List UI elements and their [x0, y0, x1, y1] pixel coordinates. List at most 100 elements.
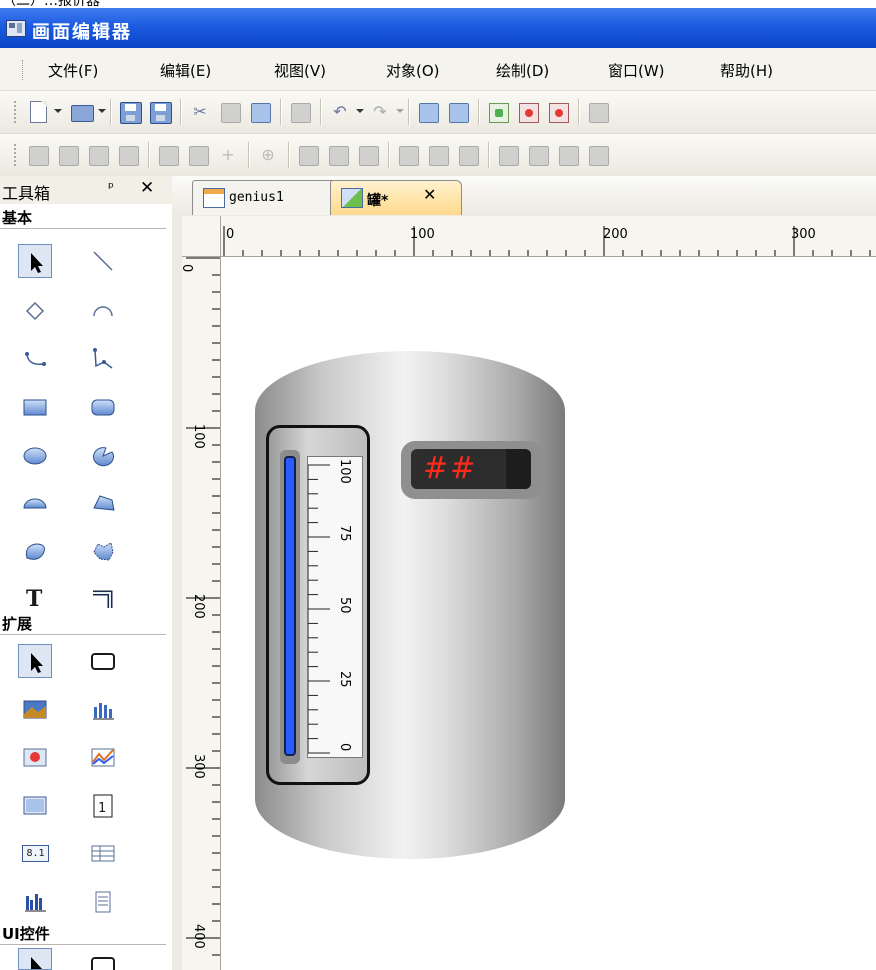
- pipe-tool[interactable]: [86, 582, 120, 616]
- cut-button[interactable]: ✂: [188, 100, 212, 124]
- drawing-canvas[interactable]: 100 75 50 25 0 ##: [221, 257, 876, 970]
- title-bar[interactable]: 画面编辑器: [0, 8, 876, 48]
- new-dropdown-arrow-icon[interactable]: [54, 109, 62, 113]
- ungroup-button[interactable]: [586, 143, 610, 167]
- ui-button-tool[interactable]: [86, 948, 120, 970]
- panel-tool[interactable]: [18, 788, 52, 822]
- panel-icon: [23, 796, 47, 815]
- list-tool[interactable]: [86, 884, 120, 918]
- line-tool[interactable]: [86, 244, 120, 278]
- ui-pointer-tool[interactable]: [18, 948, 52, 970]
- button-control-tool[interactable]: [86, 644, 120, 678]
- group-button[interactable]: [556, 143, 580, 167]
- menu-object[interactable]: 对象(O): [386, 60, 440, 81]
- record-button[interactable]: [516, 100, 540, 124]
- copy-button[interactable]: [218, 100, 242, 124]
- ellipse-tool[interactable]: [18, 438, 52, 472]
- stop-button[interactable]: [546, 100, 570, 124]
- menu-draw[interactable]: 绘制(D): [496, 60, 549, 81]
- move-forward-button[interactable]: [446, 100, 470, 124]
- table-tool[interactable]: [86, 836, 120, 870]
- text-tool[interactable]: T: [18, 582, 52, 616]
- tab-tank[interactable]: 罐* ✕: [330, 180, 462, 215]
- level-gauge[interactable]: 100 75 50 25 0: [266, 425, 370, 785]
- pie-tool[interactable]: [86, 438, 120, 472]
- paste-button[interactable]: [248, 100, 272, 124]
- polyline-icon: [93, 348, 113, 369]
- numeric-tool[interactable]: 1: [86, 788, 120, 822]
- run-button[interactable]: [486, 100, 510, 124]
- distribute-h-button[interactable]: [526, 143, 550, 167]
- rectangle-tool[interactable]: [18, 390, 52, 424]
- pointer-tool[interactable]: [18, 244, 52, 278]
- freeform-tool[interactable]: [86, 534, 120, 568]
- histogram-icon: [25, 894, 46, 912]
- rounded-rect-tool[interactable]: [86, 390, 120, 424]
- image-tool[interactable]: [18, 692, 52, 726]
- more-button[interactable]: [586, 100, 610, 124]
- menu-window[interactable]: 窗口(W): [608, 60, 665, 81]
- align-left-button[interactable]: [26, 143, 50, 167]
- same-width-button[interactable]: [296, 143, 320, 167]
- align-top-button[interactable]: [86, 143, 110, 167]
- section-ui-controls[interactable]: UI控件: [0, 922, 166, 945]
- toolbox-header: 工具箱 ᵖ ✕: [0, 176, 172, 204]
- undo-button[interactable]: ↶: [328, 100, 352, 124]
- move-back-button[interactable]: [416, 100, 440, 124]
- redo-dropdown-arrow-icon[interactable]: [396, 109, 404, 113]
- toolbar-grip[interactable]: [14, 144, 19, 166]
- digital-display-tool[interactable]: 8.1: [18, 836, 52, 870]
- tab-genius1[interactable]: genius1: [192, 180, 344, 215]
- alarm-indicator-tool[interactable]: [18, 740, 52, 774]
- same-height-button[interactable]: [326, 143, 350, 167]
- same-size-button[interactable]: [356, 143, 380, 167]
- space-h-button[interactable]: [396, 143, 420, 167]
- toolbar-grip[interactable]: [14, 101, 19, 123]
- align-right-button[interactable]: [56, 143, 80, 167]
- undo-dropdown-arrow-icon[interactable]: [356, 109, 364, 113]
- bar-chart-tool[interactable]: [86, 692, 120, 726]
- redo-button[interactable]: ↷: [368, 100, 392, 124]
- histogram-tool[interactable]: [18, 884, 52, 918]
- ruler-h-label: 300: [791, 227, 816, 242]
- pin-icon[interactable]: ᵖ: [108, 180, 114, 196]
- menu-file[interactable]: 文件(F): [48, 60, 98, 81]
- paste-special-button[interactable]: [288, 100, 312, 124]
- save-all-button[interactable]: [148, 100, 172, 124]
- curve-tool[interactable]: [18, 342, 52, 376]
- chord-tool[interactable]: [18, 486, 52, 520]
- center-h-button[interactable]: [156, 143, 180, 167]
- open-dropdown-arrow-icon[interactable]: [98, 109, 106, 113]
- arc-tool[interactable]: [86, 294, 120, 328]
- menu-edit[interactable]: 编辑(E): [160, 60, 211, 81]
- menubar-grip[interactable]: [22, 60, 25, 80]
- ext-pointer-tool[interactable]: [18, 644, 52, 678]
- new-file-button[interactable]: [26, 100, 50, 124]
- align-bottom-button[interactable]: [116, 143, 140, 167]
- menu-help[interactable]: 帮助(H): [720, 60, 773, 81]
- polyline-tool[interactable]: [86, 342, 120, 376]
- polygon-tool[interactable]: [18, 294, 52, 328]
- ruler-v-label: 100: [191, 424, 206, 449]
- gauge-level-bar: [284, 456, 296, 756]
- toolbox-close-button[interactable]: ✕: [140, 178, 154, 198]
- center-page-button[interactable]: [456, 143, 480, 167]
- save-button[interactable]: [118, 100, 142, 124]
- open-button[interactable]: [70, 100, 94, 124]
- space-v-button[interactable]: [426, 143, 450, 167]
- center-both-button[interactable]: +: [216, 143, 240, 167]
- window-title: 画面编辑器: [32, 22, 132, 43]
- section-basic[interactable]: 基本: [0, 206, 166, 229]
- value-display[interactable]: ##: [401, 441, 543, 499]
- section-extended[interactable]: 扩展: [0, 612, 166, 635]
- trend-chart-tool[interactable]: [86, 740, 120, 774]
- distribute-button[interactable]: [496, 143, 520, 167]
- center-v-button[interactable]: [186, 143, 210, 167]
- menu-view[interactable]: 视图(V): [274, 60, 326, 81]
- rotate-button[interactable]: ⊕: [256, 143, 280, 167]
- table-icon: [91, 845, 115, 862]
- tab-close-button[interactable]: ✕: [423, 185, 436, 204]
- scale-label-75: 75: [337, 525, 352, 542]
- filled-polygon-tool[interactable]: [86, 486, 120, 520]
- closed-curve-tool[interactable]: [18, 534, 52, 568]
